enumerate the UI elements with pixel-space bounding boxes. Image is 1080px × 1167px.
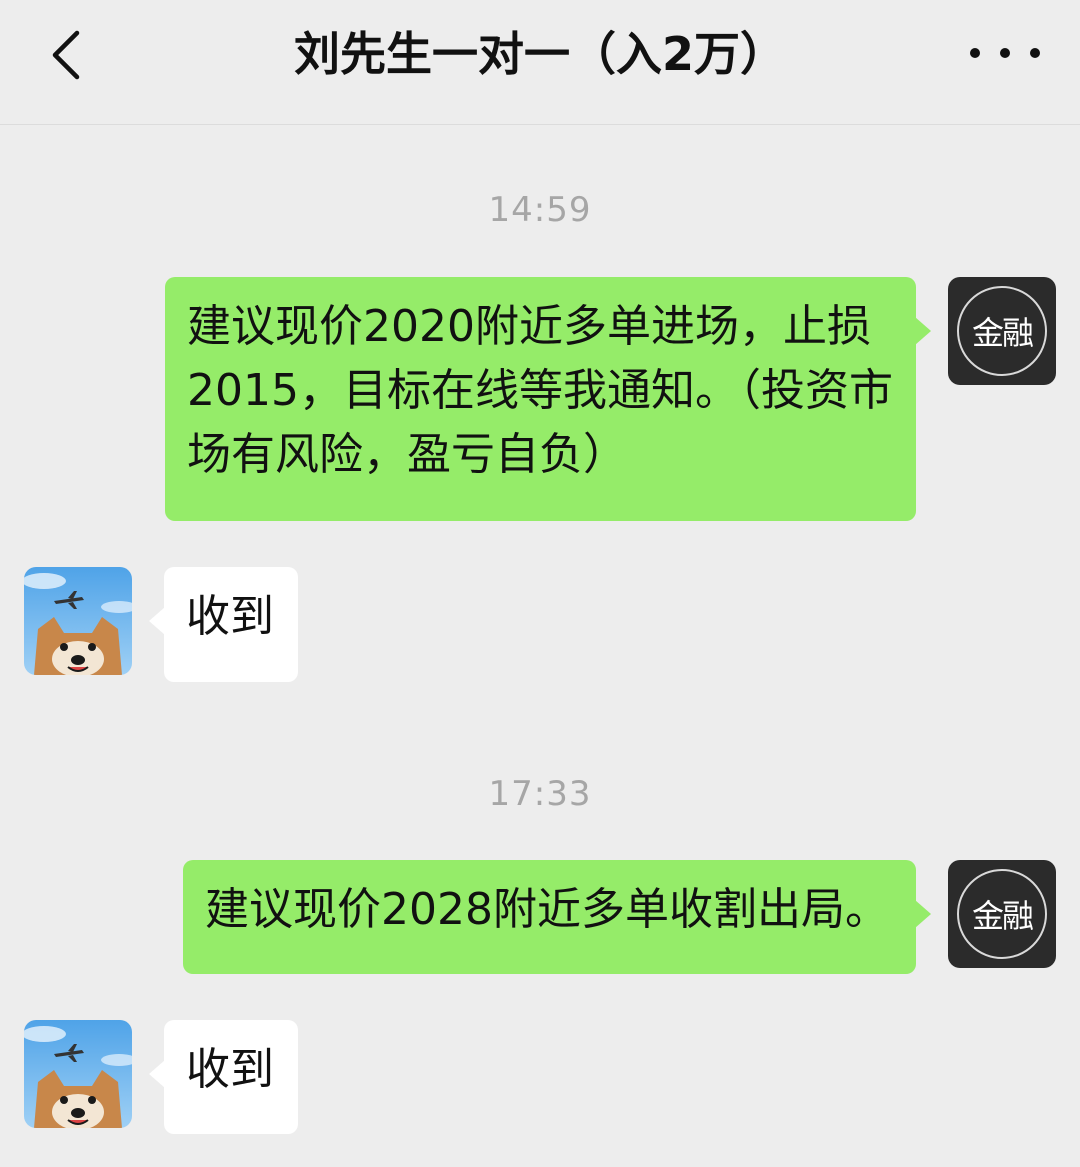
chat-header: 刘先生一对一（入2万） [0, 0, 1080, 125]
message-text: 收到 [186, 591, 274, 642]
brand-logo: 金融 [957, 286, 1047, 376]
incoming-message-bubble[interactable]: 收到 [149, 1020, 298, 1134]
incoming-message-bubble[interactable]: 收到 [149, 567, 298, 682]
dog-avatar-image [24, 567, 132, 675]
brand-logo: 金融 [957, 869, 1047, 959]
message-text: 收到 [186, 1044, 274, 1095]
message-text: 建议现价2028附近多单收割出局。 [205, 884, 889, 935]
sender-avatar[interactable]: 金融 [948, 860, 1056, 968]
outgoing-message-bubble[interactable]: 建议现价2028附近多单收割出局。 [183, 860, 931, 974]
more-options-button[interactable] [970, 30, 1040, 76]
more-dots-icon [970, 48, 980, 58]
chevron-left-icon [52, 30, 80, 80]
message-timestamp: 14:59 [488, 190, 592, 230]
dog-avatar-image [24, 1020, 132, 1128]
message-timestamp: 17:33 [488, 774, 592, 814]
user-avatar[interactable] [24, 1020, 132, 1128]
back-button[interactable] [36, 20, 96, 90]
user-avatar[interactable] [24, 567, 132, 675]
sender-avatar[interactable]: 金融 [948, 277, 1056, 385]
message-text: 建议现价2020附近多单进场，止损2015，目标在线等我通知。（投资市场有风险，… [187, 301, 893, 480]
chat-title: 刘先生一对一（入2万） [293, 27, 786, 81]
outgoing-message-bubble[interactable]: 建议现价2020附近多单进场，止损2015，目标在线等我通知。（投资市场有风险，… [165, 277, 931, 521]
